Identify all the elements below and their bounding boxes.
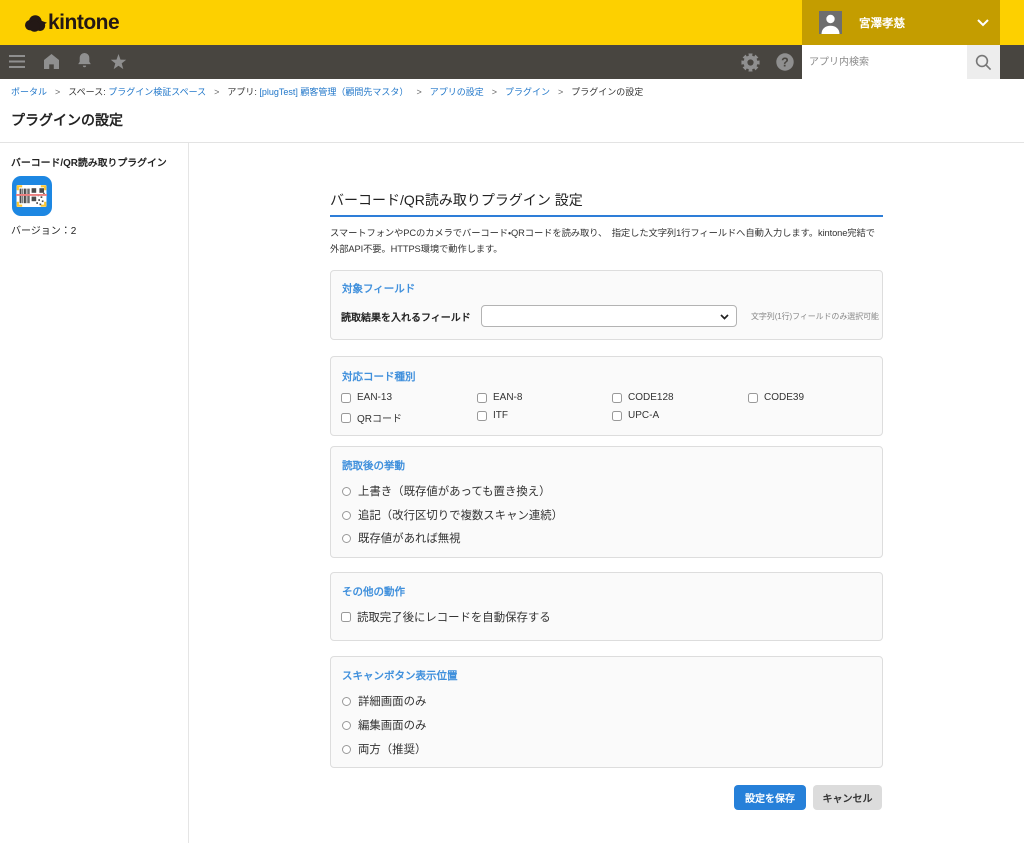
svg-text:?: ? [781,55,789,69]
